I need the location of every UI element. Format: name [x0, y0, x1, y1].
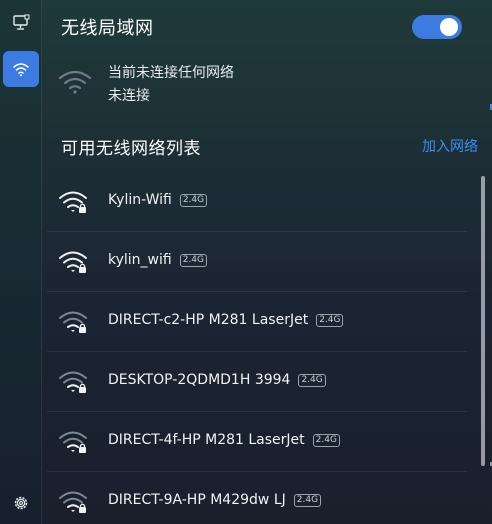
- scrollbar[interactable]: [481, 176, 485, 466]
- network-row[interactable]: DIRECT-4f-HP M281 LaserJet 2.4G: [47, 412, 467, 472]
- toggle-knob: [440, 18, 458, 36]
- status-subtext: 未连接: [108, 88, 150, 104]
- band-badge: 2.4G: [316, 314, 344, 327]
- network-name: DIRECT-c2-HP M281 LaserJet: [108, 312, 309, 328]
- wifi-locked-icon: [59, 431, 87, 453]
- network-row[interactable]: DIRECT-c2-HP M281 LaserJet 2.4G: [47, 292, 467, 352]
- network-ssid: Kylin-Wifi 2.4G: [108, 192, 208, 208]
- nav-wifi-button[interactable]: [3, 51, 39, 87]
- wlan-toggle[interactable]: [412, 15, 462, 39]
- wlan-panel: 无线局域网 当前未连接任何网络 未连接 可用无线网络列表 加入网络 Kylin-…: [43, 0, 492, 524]
- wifi-locked-icon: [59, 491, 87, 513]
- join-network-link[interactable]: 加入网络: [422, 136, 478, 156]
- network-ssid: kylin_wifi 2.4G: [108, 252, 208, 268]
- wlan-header: 无线局域网: [61, 14, 462, 40]
- wifi-disconnected-icon: [58, 70, 92, 94]
- wifi-icon: [13, 63, 29, 77]
- wired-network-icon: [13, 14, 30, 30]
- status-text: 当前未连接任何网络: [108, 65, 234, 81]
- network-name: Kylin-Wifi: [108, 192, 172, 208]
- wifi-locked-icon: [59, 251, 87, 273]
- network-name: DIRECT-4f-HP M281 LaserJet: [108, 432, 305, 448]
- network-list-title: 可用无线网络列表: [61, 139, 201, 159]
- network-row[interactable]: DESKTOP-2QDMD1H 3994 2.4G: [47, 352, 467, 412]
- wifi-locked-icon: [59, 371, 87, 393]
- nav-wired-button[interactable]: [3, 5, 39, 41]
- network-ssid: DESKTOP-2QDMD1H 3994 2.4G: [108, 372, 326, 388]
- wifi-locked-icon: [59, 311, 87, 333]
- band-badge: 2.4G: [179, 194, 208, 207]
- band-badge: 2.4G: [293, 494, 322, 507]
- connection-status: 当前未连接任何网络 未连接: [57, 58, 437, 110]
- network-row[interactable]: Kylin-Wifi 2.4G: [47, 172, 467, 232]
- gear-icon: [14, 496, 28, 510]
- network-ssid: DIRECT-4f-HP M281 LaserJet 2.4G: [108, 432, 340, 448]
- network-name: DESKTOP-2QDMD1H 3994: [108, 372, 291, 388]
- network-list: Kylin-Wifi 2.4G kylin_wifi 2.4G DIRECT-c2-HP…: [47, 172, 467, 524]
- wlan-title: 无线局域网: [61, 18, 154, 39]
- network-list-header: 可用无线网络列表 加入网络: [61, 134, 478, 159]
- network-name: DIRECT-9A-HP M429dw LJ: [108, 492, 286, 508]
- network-row[interactable]: DIRECT-9A-HP M429dw LJ 2.4G: [47, 472, 467, 524]
- settings-button[interactable]: [3, 485, 39, 521]
- network-ssid: DIRECT-c2-HP M281 LaserJet 2.4G: [108, 312, 344, 328]
- network-ssid: DIRECT-9A-HP M429dw LJ 2.4G: [108, 492, 322, 508]
- network-name: kylin_wifi: [108, 252, 172, 268]
- navigation-rail: [0, 0, 42, 524]
- band-badge: 2.4G: [312, 434, 340, 447]
- wifi-locked-icon: [59, 191, 87, 213]
- band-badge: 2.4G: [298, 374, 326, 387]
- band-badge: 2.4G: [179, 254, 208, 267]
- network-row[interactable]: kylin_wifi 2.4G: [47, 232, 467, 292]
